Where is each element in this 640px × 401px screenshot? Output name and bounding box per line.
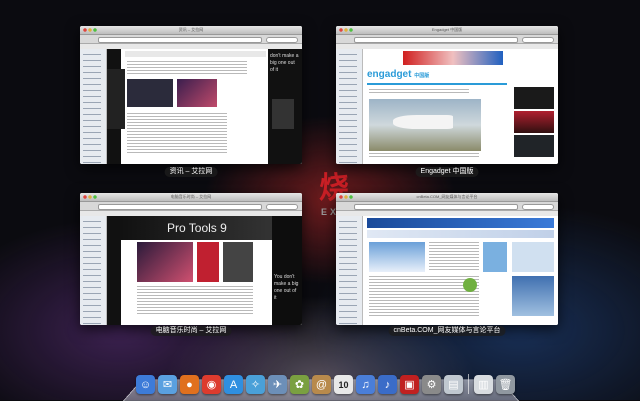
window-title: cnBeta.COM_网友媒体与言论平台 [416,194,478,199]
url-field [98,37,262,43]
page-content: Pro Tools 9 You don't make a big one out… [107,216,302,325]
engadget-logo: engadget 中国版 [367,69,430,80]
bookmarks-sidebar [336,216,363,325]
page-content [363,216,558,325]
iphoto-icon[interactable]: ✿ [290,375,309,394]
window-title: Engadget 中国版 [431,27,463,32]
safari-icon[interactable]: ✧ [246,375,265,394]
window-caption-2: Engadget 中国版 [415,167,479,177]
page-content: don't make a big one out of it [107,49,302,164]
system-preferences-icon[interactable]: ⚙ [422,375,441,394]
app-store-icon[interactable]: A [224,375,243,394]
window-thumbnail-1[interactable]: 资讯 – 艾拉网 don't make a big one out of it [80,26,302,164]
window-title: 资讯 – 艾拉网 [178,27,204,32]
itunes-alt-icon[interactable]: ♪ [378,375,397,394]
dock-icons: ☺ ✉ ● ◉ A ✧ ✈ ✿ @10 ♫ ♪ ▣ ⚙ ▤ ▥ 🗑 [136,370,515,394]
window-thumbnail-3[interactable]: 电脑音乐时尚 – 艾拉网 Pro Tools 9 You don't make … [80,193,302,325]
window-thumbnail-4[interactable]: cnBeta.COM_网友媒体与言论平台 [336,193,558,325]
chrome-icon[interactable]: ◉ [202,375,221,394]
search-field [266,204,298,210]
mail-icon[interactable]: ✈ [268,375,287,394]
bookmarks-sidebar [80,49,107,164]
documents-icon[interactable]: ▥ [474,375,493,394]
itunes-icon[interactable]: ♫ [356,375,375,394]
url-field [354,37,518,43]
window-caption-1: 资讯 – 艾拉网 [164,167,218,177]
search-field [266,37,298,43]
url-field [354,204,518,210]
page-content: engadget 中国版 [363,49,558,164]
window-caption-4: cnBeta.COM_网友媒体与言论平台 [388,326,506,336]
bookmarks-sidebar [336,49,363,164]
url-field [98,204,262,210]
preview-icon[interactable]: ▤ [444,375,463,394]
search-field [522,37,554,43]
search-field [522,204,554,210]
photobooth-icon[interactable]: ▣ [400,375,419,394]
dock-separator [468,374,469,394]
window-title: 电脑音乐时尚 – 艾拉网 [170,194,212,199]
firefox-icon[interactable]: ● [180,375,199,394]
finder-icon[interactable]: ☺ [136,375,155,394]
window-thumbnail-2[interactable]: Engadget 中国版 engadget 中国版 [336,26,558,164]
calendar-icon[interactable]: 10 [334,375,353,394]
protools-banner: Pro Tools 9 [167,221,227,235]
window-caption-3: 电脑音乐时尚 – 艾拉网 [150,326,232,336]
ichat-icon[interactable]: ✉ [158,375,177,394]
bookmarks-sidebar [80,216,107,325]
trash-icon[interactable]: 🗑 [496,375,515,394]
address-book-icon[interactable]: @ [312,375,331,394]
